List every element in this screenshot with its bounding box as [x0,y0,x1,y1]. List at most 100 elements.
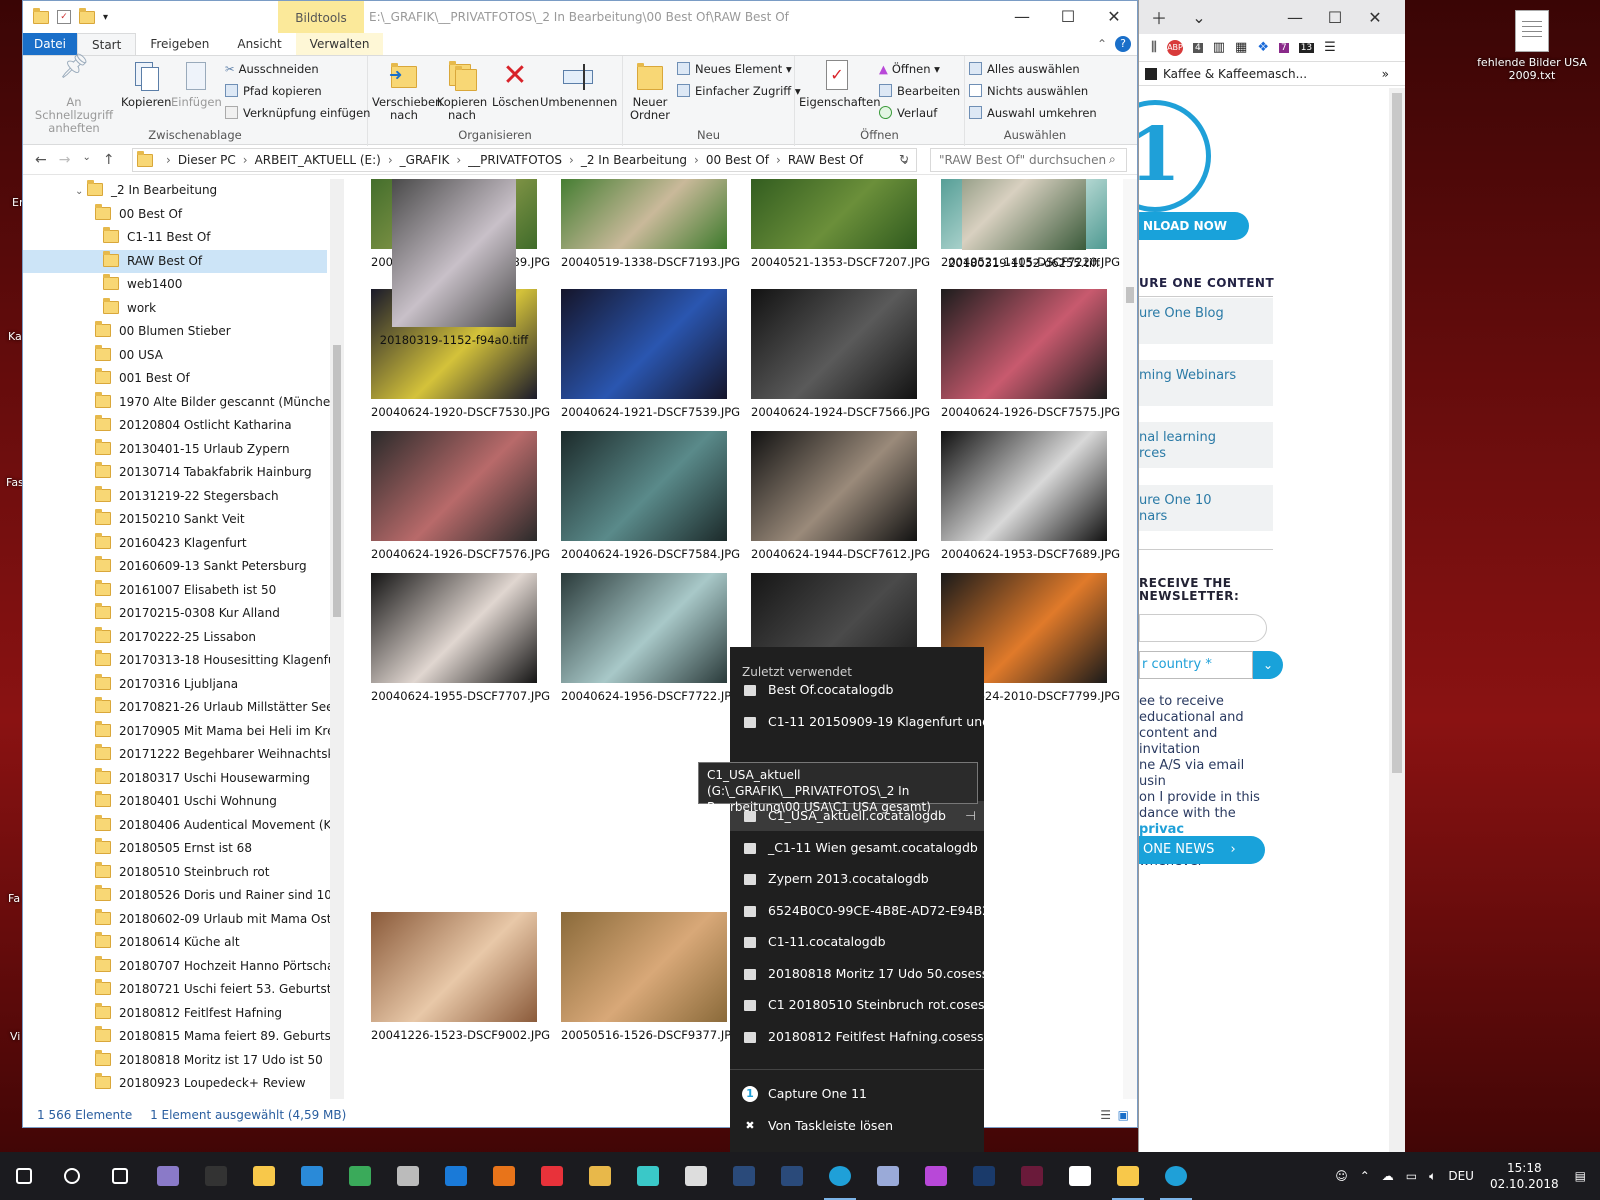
content-scrollbar[interactable] [1123,179,1137,1099]
nav-tree-item[interactable]: 001 Best Of [23,367,190,390]
menu-icon[interactable]: ☰ [1324,40,1336,55]
bookmark-item[interactable]: Kaffee & Kaffeemasch... [1163,67,1307,81]
jump-list-item[interactable]: _C1-11 Wien gesamt.cocatalogdb [730,833,984,863]
nav-tree-item[interactable]: 20180923 Loupedeck+ Review [23,1072,306,1095]
image-thumbnail[interactable]: 20041226-1523-DSCF9002.JPG [371,912,550,1042]
edit-button[interactable]: Bearbeiten [879,84,960,98]
image-thumbnail[interactable]: 20050516-1526-DSCF9377.JPG [561,912,740,1042]
image-thumbnail[interactable]: 20040624-1924-DSCF7566.JPG [751,289,930,419]
nav-tree-item[interactable]: 20160423 Klagenfurt [23,532,247,555]
nav-tree-item[interactable]: 20120804 Ostlicht Katharina [23,414,292,437]
nav-tree-item[interactable]: 20161007 Elisabeth ist 50 [23,579,276,602]
app-icon-2[interactable] [288,1152,336,1200]
nav-tree-item[interactable]: 20170821-26 Urlaub Millstätter See [23,696,334,719]
new-folder-button[interactable]: Neuer Ordner [627,60,673,122]
nav-tree-item[interactable]: 20180406 Audentical Movement (Karin) [23,814,343,837]
delete-button[interactable]: ✕ Löschen [492,60,539,109]
refresh-icon[interactable]: ↻ [899,152,909,166]
new-folder-icon[interactable] [79,7,95,24]
nav-tree-item[interactable]: 00 Blumen Stieber [23,320,231,343]
unpin-item[interactable]: ✖ Von Taskleiste lösen [730,1111,984,1141]
copy-to-button[interactable]: Kopieren nach [434,60,490,122]
cut-button[interactable]: ✂ Ausschneiden [225,62,319,76]
content-item-learning[interactable]: nal learning rces [1139,422,1273,468]
close-icon[interactable]: ✕ [1091,1,1137,33]
qat-dropdown-icon[interactable]: ▾ [103,12,108,23]
nav-tree-item[interactable]: 20170222-25 Lissabon [23,626,256,649]
breadcrumb-item[interactable]: _2 In Bearbeitung [581,153,687,167]
tab-manage[interactable]: Verwalten [295,33,384,55]
nav-tree-item[interactable]: 20170215-0308 Kur Alland [23,602,280,625]
image-thumbnail[interactable]: 20180319-1152-f94a0.tiff [371,179,537,347]
jump-list-item[interactable]: Zypern 2013.cocatalogdb [730,864,984,894]
vivaldi-icon[interactable] [528,1152,576,1200]
nav-tree-item[interactable]: 1970 Alte Bilder gescannt (München etc.) [23,391,343,414]
chevron-right-icon[interactable]: › [166,153,171,167]
close-icon[interactable]: ✕ [1355,8,1395,27]
nav-tree-item[interactable]: 20180317 Uschi Housewarming [23,767,310,790]
chevron-up-icon[interactable]: ⌃ [1097,33,1107,55]
paste-shortcut-button[interactable]: Verknüpfung einfügen [225,106,370,120]
breadcrumb-item[interactable]: ARBEIT_AKTUELL (E:) [255,153,381,167]
search-icon[interactable]: ⌕ [1109,152,1116,167]
move-to-button[interactable]: ➜ Verschieben nach [372,60,442,122]
nav-tree-item[interactable]: 20170313-18 Housesitting Klagenfurt Eber [23,649,343,672]
recent-dropdown-icon[interactable]: ⌄ [82,152,90,168]
edge-icon[interactable] [432,1152,480,1200]
nav-tree-item[interactable]: 20180707 Hochzeit Hanno Pörtschach [23,955,343,978]
sidebar-icon[interactable]: ▥ [1213,40,1225,55]
up-icon[interactable]: ↑ [103,152,115,168]
easy-access-button[interactable]: Einfacher Zugriff ▾ [677,84,801,98]
image-thumbnail[interactable]: 20040624-1944-DSCF7612.JPG [751,431,930,561]
library-icon[interactable]: ⫼ [1151,40,1157,55]
minimize-icon[interactable]: — [1275,8,1315,27]
jump-list-item[interactable]: C1 20180510 Steinbruch rot.cosessiondb [730,990,984,1020]
language-indicator[interactable]: DEU [1448,1169,1474,1183]
extension-icon[interactable]: ❖ [1257,40,1269,55]
start-button[interactable] [0,1152,48,1200]
help-icon[interactable]: ? [1115,36,1131,52]
app-icon-4[interactable] [576,1152,624,1200]
image-thumbnail[interactable]: 20040624-1953-DSCF7689.JPG [941,431,1120,561]
jump-list-item[interactable]: 20180818 Moritz 17 Udo 50.cosessiondb [730,959,984,989]
image-thumbnail[interactable]: 20040624-1921-DSCF7539.JPG [561,289,740,419]
network-icon[interactable]: ▭ [1406,1169,1417,1183]
nav-tree-item[interactable]: 20180818 Moritz ist 17 Udo ist 50 [23,1049,323,1072]
task-view-icon[interactable] [96,1152,144,1200]
nav-tree-item[interactable]: 20180505 Ernst ist 68 [23,837,252,860]
explorer-icon-2[interactable] [1104,1152,1152,1200]
nav-tree-item[interactable]: 20130714 Tabakfabrik Hainburg [23,461,312,484]
tab-view[interactable]: Ansicht [223,33,295,55]
nav-tree-item[interactable]: 20170905 Mit Mama bei Heli im Kreuttal [23,720,343,743]
invert-selection-button[interactable]: Auswahl umkehren [969,106,1097,120]
pin-quick-access-button[interactable]: 📌︎ An Schnellzugriff anheften [29,54,119,135]
tab-list-icon[interactable]: ⌄ [1179,8,1219,27]
jump-list-item[interactable]: C1-11 20150909-19 Klagenfurt und Gr... [730,707,984,737]
people-icon[interactable]: ☺ [1335,1169,1348,1183]
nav-tree-item[interactable]: 20170316 Ljubljana [23,673,238,696]
nav-tree-item[interactable]: C1-11 Best Of [23,226,210,249]
jump-list-item[interactable]: 6524B0C0-99CE-4B8E-AD72-E94B2C69... [730,896,984,926]
adblock-icon[interactable]: ABP [1166,39,1183,56]
more-bookmarks-icon[interactable]: » [1382,67,1389,81]
select-all-button[interactable]: Alles auswählen [969,62,1080,76]
app-icon-6[interactable] [672,1152,720,1200]
navigation-scrollbar[interactable] [330,179,344,1099]
breadcrumb-item[interactable]: __PRIVATFOTOS [468,153,562,167]
thumbnail-view-icon[interactable]: ▣ [1118,1103,1129,1127]
tab-share[interactable]: Freigeben [136,33,223,55]
breadcrumb-item[interactable]: Dieser PC [178,153,236,167]
grid-icon[interactable]: ▦ [1235,40,1247,55]
download-now-button[interactable]: NLOAD NOW [1139,212,1249,240]
nav-tree-item[interactable]: 20180510 Steinbruch rot [23,861,269,884]
nav-tree-item[interactable]: 20150210 Sankt Veit [23,508,245,531]
jump-list-item[interactable]: Best Of.cocatalogdb [730,675,984,705]
explorer-icon[interactable] [240,1152,288,1200]
nav-tree-item[interactable]: 20131219-22 Stegersbach [23,485,279,508]
properties-icon[interactable]: ✓ [57,10,71,24]
clock[interactable]: 15:18 02.10.2018 [1490,1160,1559,1192]
nav-tree-item[interactable]: 20130401-15 Urlaub Zypern [23,438,290,461]
sign-up-news-button[interactable]: ONE NEWS › [1139,836,1265,864]
chevron-down-icon[interactable]: ⌄ [1253,651,1283,679]
nav-tree-item[interactable]: RAW Best Of [23,249,327,273]
